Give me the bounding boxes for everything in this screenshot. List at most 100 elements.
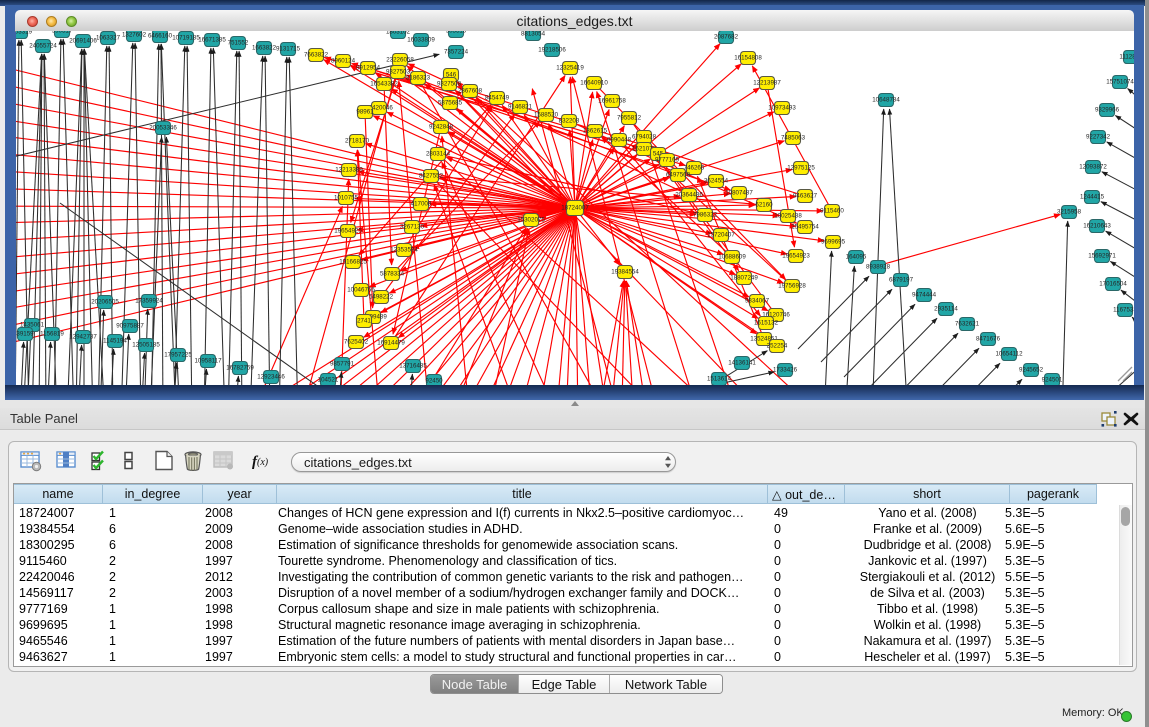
svg-text:16782759: 16782759 <box>226 365 254 372</box>
svg-text:16543382: 16543382 <box>370 81 398 88</box>
svg-text:17957225: 17957225 <box>164 352 192 359</box>
svg-text:5498222: 5498222 <box>369 294 394 301</box>
svg-text:12353594: 12353594 <box>390 247 418 254</box>
svg-text:90975887: 90975887 <box>116 323 144 330</box>
svg-text:20053346: 20053346 <box>149 125 177 132</box>
svg-text:3215958: 3215958 <box>1057 209 1082 216</box>
svg-text:1063327: 1063327 <box>96 35 121 42</box>
svg-text:15751074: 15751074 <box>1106 79 1134 86</box>
svg-text:7986322: 7986322 <box>693 212 718 219</box>
svg-text:1588520: 1588520 <box>534 112 559 119</box>
svg-text:7485063: 7485063 <box>781 135 806 142</box>
svg-text:23226058: 23226058 <box>386 57 414 64</box>
svg-text:164095: 164095 <box>846 254 867 261</box>
svg-text:18724007: 18724007 <box>561 205 589 212</box>
svg-text:8427552: 8427552 <box>419 173 444 180</box>
svg-text:15720407: 15720407 <box>707 232 735 239</box>
svg-text:7663822: 7663822 <box>304 52 329 59</box>
svg-text:9242848: 9242848 <box>429 124 454 131</box>
svg-text:10046766: 10046766 <box>347 287 375 294</box>
svg-text:1803102: 1803102 <box>386 31 411 36</box>
svg-text:9146821: 9146821 <box>508 104 533 111</box>
svg-text:751552: 751552 <box>228 40 249 47</box>
svg-text:12213389: 12213389 <box>335 167 363 174</box>
svg-text:12325419: 12325419 <box>556 65 584 72</box>
svg-text:1327602: 1327602 <box>122 32 147 39</box>
svg-text:9131715: 9131715 <box>276 46 301 53</box>
svg-text:2935114: 2935114 <box>934 306 958 313</box>
svg-text:10688609: 10688609 <box>718 254 746 261</box>
svg-text:16671385: 16671385 <box>198 37 226 44</box>
svg-text:1362615: 1362615 <box>583 128 608 135</box>
svg-text:39159: 39159 <box>16 331 34 338</box>
svg-text:16961758: 16961758 <box>598 98 626 105</box>
svg-text:3624554: 3624554 <box>704 178 729 185</box>
svg-text:104521: 104521 <box>318 377 339 384</box>
svg-text:9699695: 9699695 <box>821 239 846 246</box>
svg-text:12975125: 12975125 <box>787 165 815 172</box>
svg-text:7357224: 7357224 <box>444 49 469 56</box>
svg-text:2087682: 2087682 <box>714 34 739 41</box>
svg-text:10958117: 10958117 <box>194 358 222 365</box>
svg-text:1663822: 1663822 <box>252 45 277 52</box>
svg-text:7625402: 7625402 <box>344 339 369 346</box>
svg-text:8990448: 8990448 <box>607 137 632 144</box>
svg-text:2867608: 2867608 <box>458 88 483 95</box>
svg-text:1156819: 1156819 <box>40 331 64 338</box>
svg-text:417008: 417008 <box>411 201 432 208</box>
svg-text:16914479: 16914479 <box>377 340 405 347</box>
svg-text:7632621: 7632621 <box>955 321 980 328</box>
svg-text:9474444: 9474444 <box>912 292 937 299</box>
svg-text:9463627: 9463627 <box>793 193 818 200</box>
svg-text:1615132: 1615132 <box>754 320 779 327</box>
svg-text:10654112: 10654112 <box>995 351 1023 358</box>
svg-text:8471676: 8471676 <box>976 336 1001 343</box>
svg-text:12923446: 12923446 <box>257 374 285 381</box>
svg-text:10025438: 10025438 <box>774 213 802 220</box>
svg-text:1145194: 1145194 <box>103 338 127 345</box>
svg-text:10719185: 10719185 <box>172 35 200 42</box>
svg-text:19218506: 19218506 <box>538 47 566 54</box>
svg-text:8813054: 8813054 <box>521 31 546 38</box>
svg-text:990317: 990317 <box>52 31 73 35</box>
svg-text:8960124: 8960124 <box>331 58 356 65</box>
svg-text:(x): (x) <box>257 457 269 468</box>
svg-text:8186323: 8186323 <box>406 75 431 82</box>
svg-text:18807249: 18807249 <box>730 275 758 282</box>
svg-text:832203: 832203 <box>559 118 580 125</box>
svg-text:2803144: 2803144 <box>426 151 451 158</box>
svg-text:10648784: 10648784 <box>872 97 900 104</box>
svg-text:12505185: 12505185 <box>132 342 160 349</box>
svg-text:6879197: 6879197 <box>889 277 914 284</box>
svg-text:14136141: 14136141 <box>728 360 756 367</box>
svg-text:9857791: 9857791 <box>330 361 355 368</box>
svg-text:16154808: 16154808 <box>734 55 762 62</box>
svg-text:746266: 746266 <box>684 165 705 172</box>
svg-text:252254: 252254 <box>767 343 788 350</box>
svg-text:6497568: 6497568 <box>666 172 691 179</box>
svg-text:9227342: 9227342 <box>1086 134 1111 141</box>
svg-text:8454749: 8454749 <box>485 95 510 102</box>
svg-text:6466160: 6466160 <box>148 33 173 40</box>
svg-text:903310: 903310 <box>446 31 467 35</box>
svg-text:1244415: 1244415 <box>1080 194 1105 201</box>
svg-text:98961: 98961 <box>356 109 374 116</box>
svg-text:2718170: 2718170 <box>345 138 370 145</box>
svg-text:1112803: 1112803 <box>1119 54 1134 61</box>
svg-text:19756928: 19756928 <box>778 283 806 290</box>
svg-text:1010755: 1010755 <box>334 195 359 202</box>
svg-text:1733426: 1733426 <box>773 367 798 374</box>
svg-text:12942737: 12942737 <box>69 334 97 341</box>
svg-text:25495754: 25495754 <box>791 224 819 231</box>
svg-text:13716485: 13716485 <box>399 363 427 370</box>
svg-text:15692971: 15692971 <box>1088 253 1116 260</box>
svg-text:10973493: 10973493 <box>768 105 796 112</box>
svg-text:19384554: 19384554 <box>611 269 639 276</box>
svg-text:12093872: 12093872 <box>1079 164 1107 171</box>
svg-text:9777169: 9777169 <box>655 157 680 164</box>
svg-text:20691406: 20691406 <box>69 38 97 45</box>
svg-text:9245652: 9245652 <box>1019 367 1044 374</box>
svg-text:17016504: 17016504 <box>1099 281 1127 288</box>
svg-text:1167533: 1167533 <box>1113 307 1134 314</box>
svg-text:1513614: 1513614 <box>707 376 732 383</box>
